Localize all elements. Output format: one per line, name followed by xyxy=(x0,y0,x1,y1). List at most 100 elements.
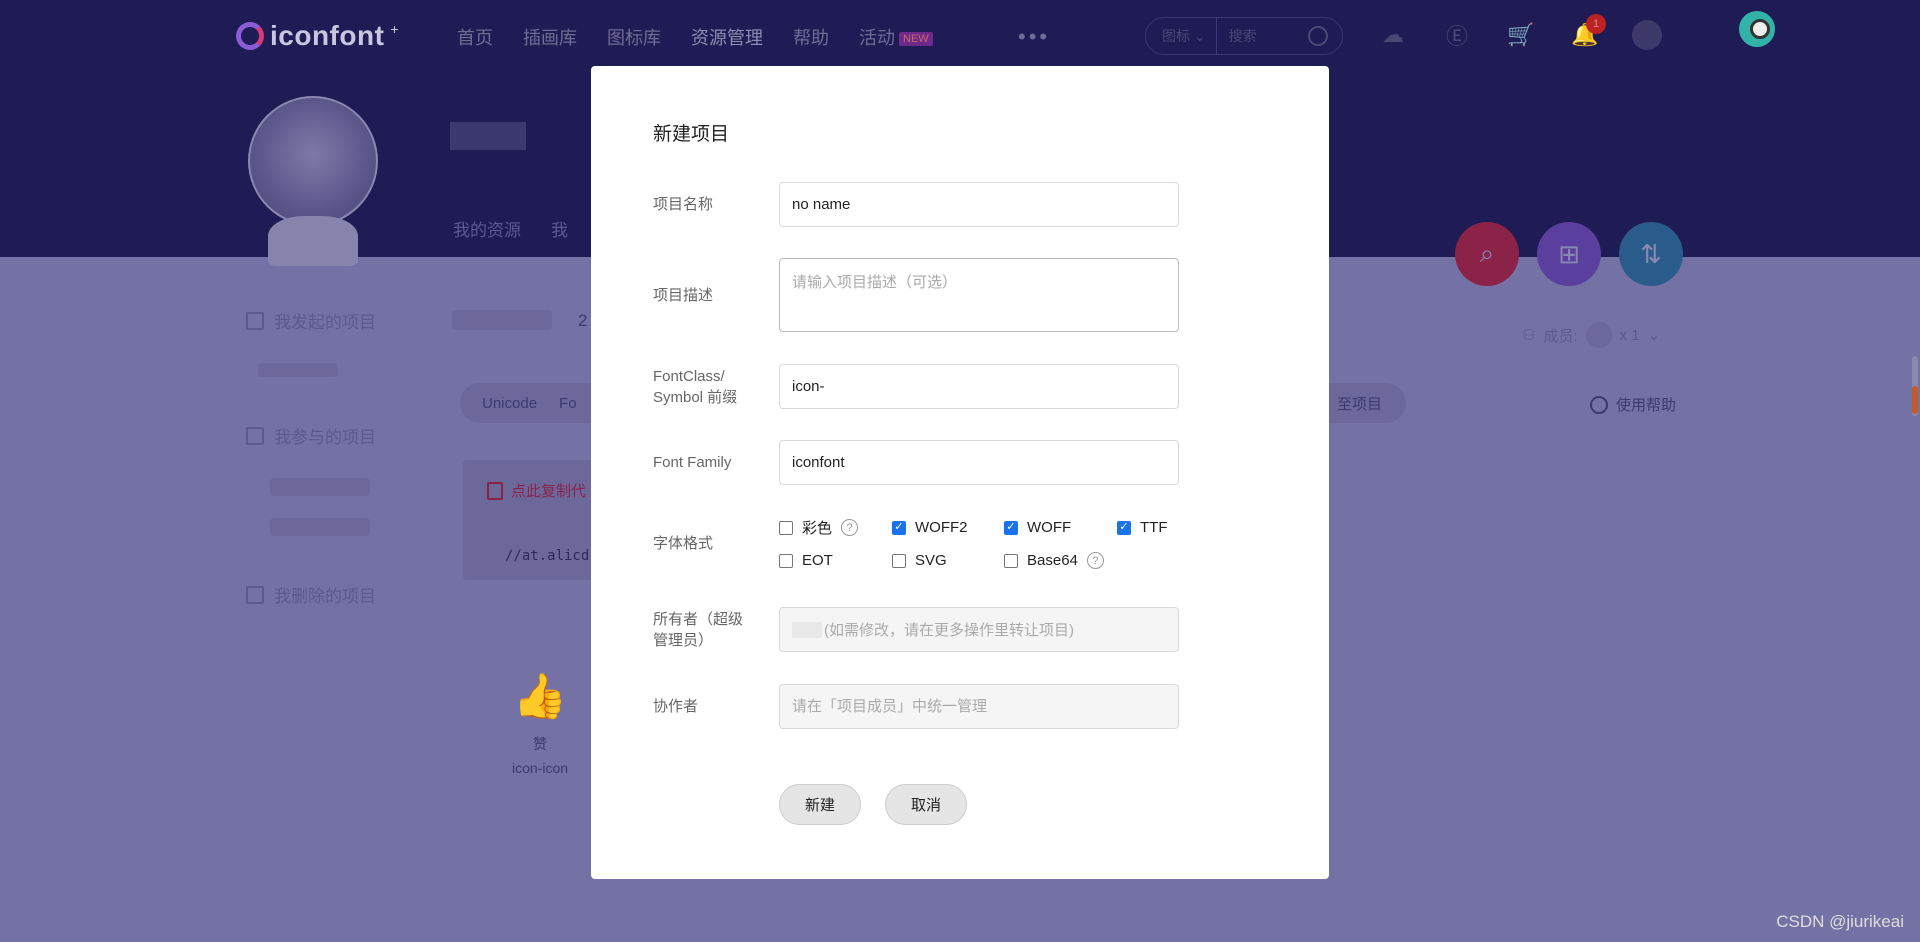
search-category-select[interactable]: 图标 ⌄ xyxy=(1146,18,1217,54)
language-en-icon[interactable]: Ⓔ xyxy=(1440,20,1474,50)
project-list-icon xyxy=(246,585,264,604)
create-button[interactable]: 新建 xyxy=(779,784,861,825)
checkbox-box xyxy=(892,553,906,568)
tab-unicode[interactable]: Unicode xyxy=(460,395,537,412)
prefix-label: FontClass/ Symbol 前缀 xyxy=(653,366,779,408)
owner-field: (如需修改，请在更多操作里转让项目) xyxy=(779,607,1179,652)
help-icon[interactable]: ? xyxy=(841,519,859,536)
prefix-input[interactable] xyxy=(779,364,1179,409)
profile-tab-second[interactable]: 我 xyxy=(551,216,568,241)
icon-card[interactable]: 👍 赞 icon-icon xyxy=(505,670,575,776)
format-eot-checkbox[interactable]: EOT xyxy=(779,552,892,569)
more-menu-icon[interactable]: ••• xyxy=(1018,24,1050,50)
project-desc-label: 项目描述 xyxy=(653,286,714,304)
nav-link-illustrations[interactable]: 插画库 xyxy=(523,24,577,50)
font-family-input[interactable] xyxy=(779,440,1179,485)
help-icon xyxy=(1590,395,1608,414)
row-owner: 所有者（超级 管理员） (如需修改，请在更多操作里转让项目) xyxy=(653,607,1179,652)
format-label: SVG xyxy=(915,552,947,569)
tab-fontclass[interactable]: Fo xyxy=(537,395,577,412)
usage-help-link[interactable]: 使用帮助 xyxy=(1590,394,1676,415)
format-svg-checkbox[interactable]: SVG xyxy=(892,552,1004,569)
notification-badge: 1 xyxy=(1586,14,1606,34)
nav-link-help[interactable]: 帮助 xyxy=(793,24,829,50)
upload-cloud-icon[interactable]: ☁ xyxy=(1376,20,1410,50)
user-avatar[interactable] xyxy=(1632,20,1662,50)
collaborators-input xyxy=(779,684,1179,729)
search-input[interactable]: 搜索 xyxy=(1217,26,1308,46)
members-summary[interactable]: ⚇ 成员: x 1 ⌄ xyxy=(1522,322,1660,348)
icon-card-class: icon-icon xyxy=(511,760,569,776)
format-woff-checkbox[interactable]: WOFF xyxy=(1004,517,1117,538)
chevron-down-icon: ⌄ xyxy=(1647,327,1661,344)
bell-icon[interactable]: 🔔 1 xyxy=(1568,14,1606,50)
cancel-button[interactable]: 取消 xyxy=(885,784,967,825)
sidebar-project-blur[interactable] xyxy=(270,478,370,496)
search-fab-icon[interactable]: ⌕ xyxy=(1455,222,1519,286)
copy-icon xyxy=(487,481,503,500)
search-icon[interactable] xyxy=(1308,26,1328,46)
new-badge: NEW xyxy=(899,32,933,47)
sort-fab-icon[interactable]: ⇅ xyxy=(1619,222,1683,286)
top-icons: ☁ Ⓔ 🛒 🔔 1 xyxy=(1376,14,1662,50)
profile-name-blur xyxy=(450,122,526,150)
cart-icon[interactable]: 🛒 xyxy=(1504,20,1538,50)
format-woff2-checkbox[interactable]: WOFF2 xyxy=(892,517,1004,538)
mascot-icon[interactable] xyxy=(1736,8,1778,50)
row-collaborators: 协作者 xyxy=(653,684,1179,729)
format-label: WOFF xyxy=(1027,519,1072,536)
profile-avatar xyxy=(248,96,378,266)
csdn-watermark: CSDN @jiurikeai xyxy=(1776,912,1904,931)
sidebar-item-created[interactable]: 我发起的项目 xyxy=(246,308,376,333)
format-label: Base64 xyxy=(1027,552,1078,569)
project-title-blur xyxy=(452,310,552,330)
sidebar-item-label: 我发起的项目 xyxy=(274,313,376,332)
sidebar-project-blur[interactable] xyxy=(270,518,370,536)
project-desc-textarea[interactable] xyxy=(779,258,1179,332)
prefix-label-line1: FontClass/ xyxy=(653,367,725,385)
new-project-dialog: 新建项目 项目名称 项目描述 FontClass/ Symbol 前缀 Font… xyxy=(591,66,1329,879)
nav-link-icons[interactable]: 图标库 xyxy=(607,24,661,50)
project-list-icon xyxy=(246,311,264,330)
sidebar-item-joined[interactable]: 我参与的项目 xyxy=(246,423,376,448)
nav-link-resources[interactable]: 资源管理 xyxy=(691,24,763,50)
project-count: 2 xyxy=(578,311,588,330)
member-avatar xyxy=(1585,322,1612,348)
copy-code-link[interactable]: 点此复制代 xyxy=(487,480,586,501)
checkbox-box xyxy=(892,520,906,535)
sidebar-item-deleted[interactable]: 我删除的项目 xyxy=(246,582,376,607)
font-url-code: //at.alicd xyxy=(505,548,590,564)
font-format-label: 字体格式 xyxy=(653,534,714,552)
checkbox-box xyxy=(779,553,793,568)
format-base64-checkbox[interactable]: Base64? xyxy=(1004,552,1117,569)
iconfont-logo[interactable]: iconfont + xyxy=(236,20,399,52)
project-name-input[interactable] xyxy=(779,182,1179,227)
checkbox-box xyxy=(1117,520,1131,535)
nav-link-home[interactable]: 首页 xyxy=(457,24,493,50)
owner-label-line2: 管理员） xyxy=(653,631,714,649)
project-name-label: 项目名称 xyxy=(653,196,714,213)
top-navigation: iconfont + 首页 插画库 图标库 资源管理 帮助 活动 NEW ••• … xyxy=(0,0,1920,70)
owner-hint: (如需修改，请在更多操作里转让项目) xyxy=(824,622,1074,639)
page-scrollbar[interactable] xyxy=(1912,356,1918,416)
row-prefix: FontClass/ Symbol 前缀 xyxy=(653,364,1179,409)
help-icon[interactable]: ? xyxy=(1086,552,1104,569)
members-count: x 1 xyxy=(1619,326,1640,344)
nav-link-activity[interactable]: 活动 NEW xyxy=(859,24,933,50)
logo-plus: + xyxy=(390,21,399,37)
format-label: TTF xyxy=(1140,519,1168,536)
usage-help-label: 使用帮助 xyxy=(1616,397,1677,414)
add-folder-fab-icon[interactable]: ⊞ xyxy=(1537,222,1601,286)
owner-label: 所有者（超级 管理员） xyxy=(653,609,779,651)
profile-tab-my-resources[interactable]: 我的资源 xyxy=(453,216,521,241)
row-font-family: Font Family xyxy=(653,440,1179,485)
search-category-label: 图标 xyxy=(1162,28,1190,44)
sidebar-item-label: 我参与的项目 xyxy=(274,428,376,447)
avatar-globe xyxy=(248,96,378,226)
format-color-checkbox[interactable]: 彩色? xyxy=(779,517,892,538)
sidebar-project-blur[interactable] xyxy=(258,363,338,377)
format-ttf-checkbox[interactable]: TTF xyxy=(1117,517,1197,538)
checkbox-box xyxy=(1004,553,1018,568)
checkbox-box xyxy=(1004,520,1018,535)
dialog-buttons: 新建 取消 xyxy=(779,784,967,825)
